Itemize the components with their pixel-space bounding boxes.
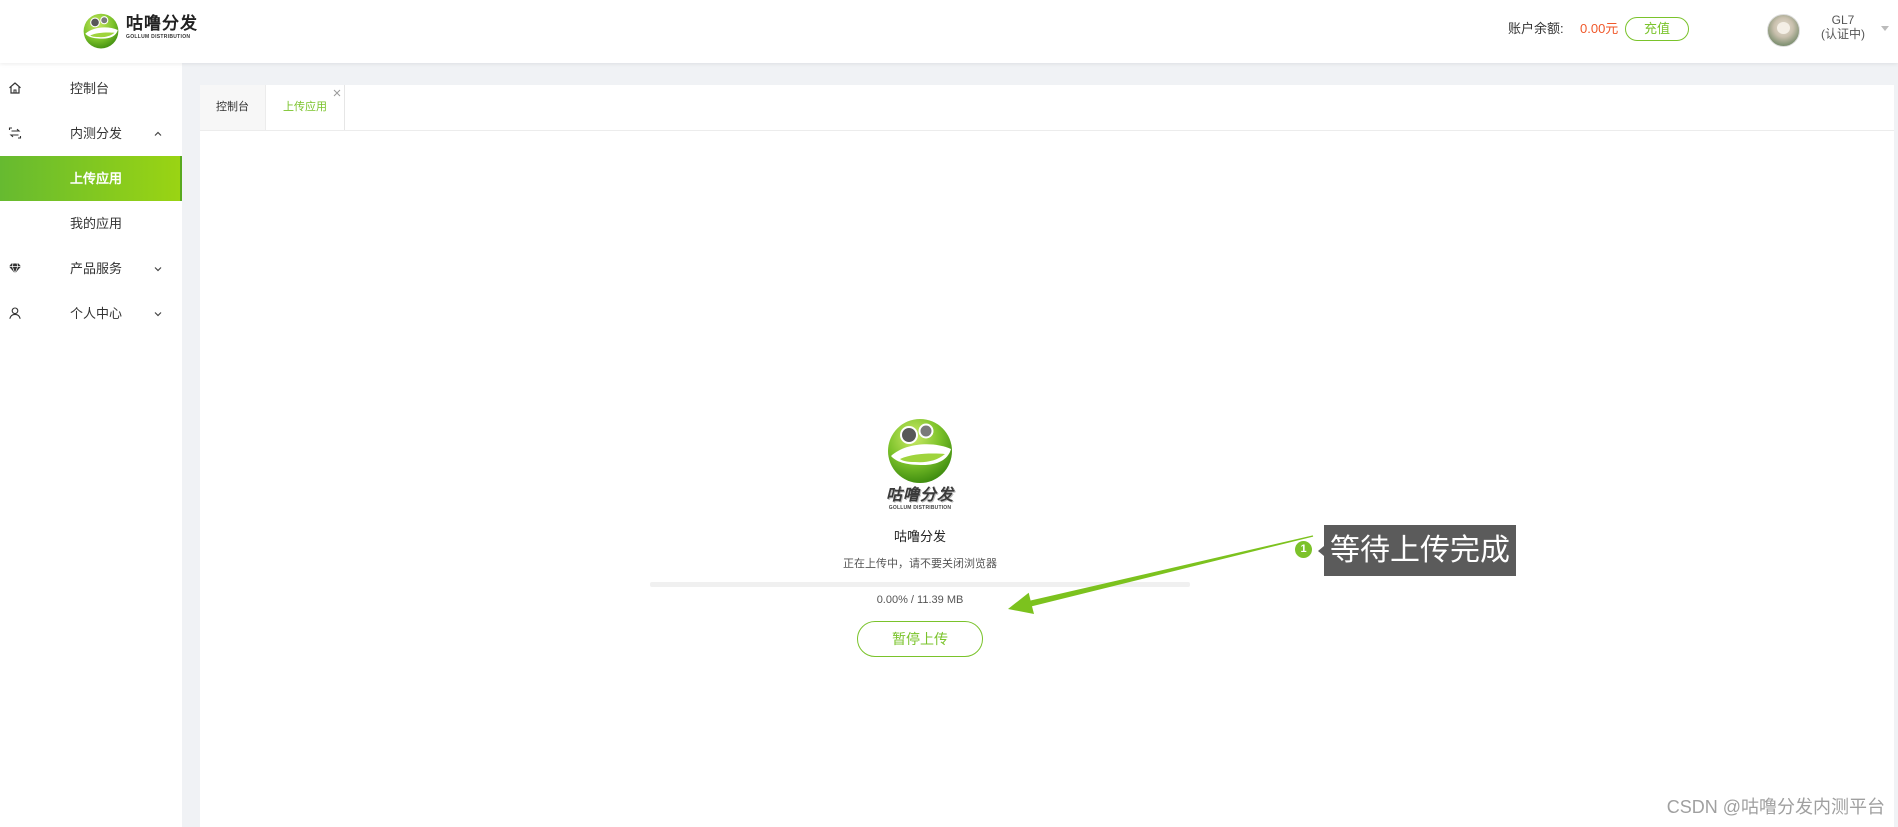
pause-upload-button[interactable]: 暂停上传 (857, 621, 983, 657)
annotation-step-badge: 1 (1294, 540, 1313, 559)
sidebar-item-label: 个人中心 (70, 306, 123, 321)
chevron-up-icon (154, 131, 162, 136)
balance-value: 0.00元 (1580, 21, 1619, 36)
sidebar-item-upload-app[interactable]: 上传应用 (0, 156, 182, 201)
transfer-icon (8, 127, 22, 139)
sidebar-item-label: 内测分发 (70, 126, 123, 141)
brand-name: 咕噜分发 (126, 14, 198, 33)
sidebar-item-product-services[interactable]: 产品服务 (0, 246, 182, 291)
chevron-down-icon (154, 267, 162, 272)
avatar[interactable] (1767, 14, 1800, 47)
user-name: GL7 (1831, 13, 1855, 27)
user-icon (9, 307, 21, 319)
user-menu[interactable]: GL7 (认证中) (1815, 13, 1871, 41)
top-header: 咕噜分发 GOLLUM DISTRIBUTION 账户余额: 0.00元 充值 … (0, 0, 1898, 63)
tab-dashboard[interactable]: 控制台 (200, 85, 266, 130)
balance-label: 账户余额: (1508, 21, 1564, 36)
tab-label: 控制台 (216, 101, 249, 113)
sidebar-item-dashboard[interactable]: 控制台 (0, 66, 182, 111)
sidebar-item-beta-distribution[interactable]: 内测分发 (0, 111, 182, 156)
sidebar-item-label: 上传应用 (70, 171, 123, 186)
home-icon (9, 82, 21, 94)
user-status: (认证中) (1821, 27, 1865, 41)
tab-bar: 控制台 上传应用 (200, 85, 1894, 131)
brand-subtitle: GOLLUM DISTRIBUTION (126, 34, 191, 40)
sidebar-item-label: 控制台 (70, 81, 110, 96)
gollum-logo-icon[interactable] (82, 11, 120, 49)
app-logo-icon (888, 419, 952, 483)
app-logo-wordmark: 咕噜分发 (885, 487, 954, 504)
sidebar-item-label: 产品服务 (70, 261, 123, 276)
recharge-button[interactable]: 充值 (1625, 17, 1689, 41)
annotation-label: 等待上传完成 (1318, 525, 1516, 576)
tab-label: 上传应用 (283, 101, 327, 113)
caret-down-icon[interactable] (1881, 26, 1889, 31)
upload-status-text: 正在上传中，请不要关闭浏览器 (843, 558, 997, 570)
gem-icon (9, 263, 21, 275)
sidebar-item-my-apps[interactable]: 我的应用 (0, 201, 182, 246)
close-icon[interactable] (333, 89, 341, 97)
avatar-face (1777, 22, 1790, 34)
watermark: CSDN @咕噜分发内测平台 (1666, 797, 1885, 817)
tab-upload-app[interactable]: 上传应用 (266, 85, 345, 130)
upload-progress-bar (650, 582, 1190, 587)
sidebar: 控制台 内测分发 上传应用 我的应用 产品服务 个人中心 (0, 63, 182, 827)
upload-progress-text: 0.00% / 11.39 MB (876, 594, 964, 606)
chevron-down-icon (154, 312, 162, 317)
app-logo-tagline: GOLLUM DISTRIBUTION (888, 505, 952, 511)
upload-progress-card: 咕噜分发 GOLLUM DISTRIBUTION 咕噜分发 正在上传中，请不要关… (650, 414, 1190, 657)
sidebar-item-label: 我的应用 (70, 216, 123, 231)
sidebar-item-personal-center[interactable]: 个人中心 (0, 291, 182, 336)
brand-logo-text[interactable]: 咕噜分发 GOLLUM DISTRIBUTION (126, 14, 198, 41)
app-name: 咕噜分发 (893, 529, 946, 544)
